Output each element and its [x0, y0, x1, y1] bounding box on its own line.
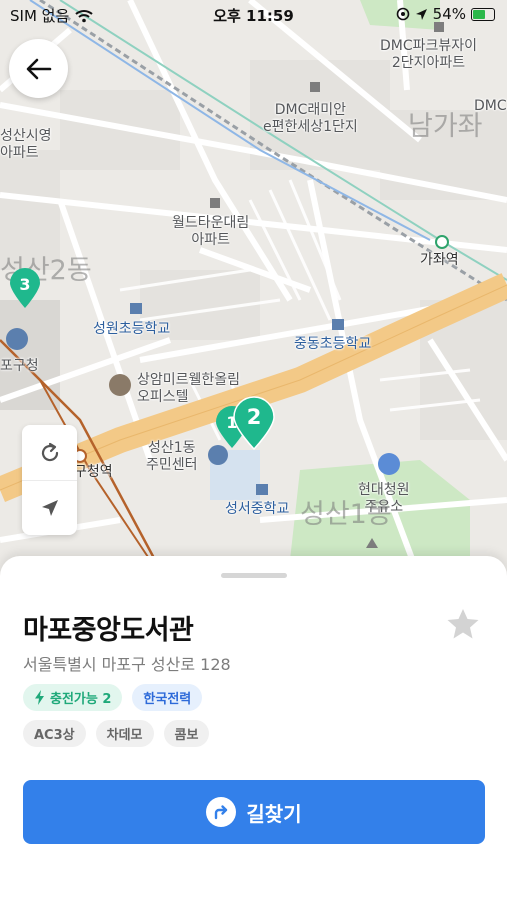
map-label-seongsan1-center: 성산1동 주민센터 — [146, 440, 198, 473]
map-label-worldtown: 월드타운대림 아파트 — [172, 215, 250, 248]
place-detail-sheet: 마포중앙도서관 서울특별시 마포구 성산로 128 충전가능 2 한국전력 AC… — [0, 556, 507, 900]
status-tags: 충전가능 2 한국전력 — [23, 684, 203, 711]
favorite-button[interactable] — [446, 608, 480, 644]
map-label-mapo-office: 포구청 — [0, 358, 39, 374]
my-location-button[interactable] — [22, 480, 77, 535]
screen-lock-icon — [396, 7, 409, 21]
map-label-gajwa-station: 가좌역 — [420, 252, 459, 268]
place-title: 마포중앙도서관 — [23, 615, 194, 646]
turn-right-icon — [206, 797, 237, 827]
status-bar: SIM 없음 오후 11:59 54% — [0, 0, 507, 30]
map-view[interactable]: DMC파크뷰자이 2단지아파트 DMC래미안 e편한세상1단지 DMC 남가좌 … — [0, 0, 507, 580]
charging-available-badge: 충전가능 2 — [23, 684, 123, 711]
route-button-label: 길찾기 — [246, 801, 302, 826]
map-label-seongsan-apt: 성산시영 아파트 — [0, 128, 52, 161]
connector-type-chip: 콤보 — [163, 720, 210, 747]
charger-marker-cluster[interactable]: 3 — [8, 267, 42, 309]
charger-marker-selected[interactable]: 2 — [232, 396, 276, 451]
map-label-sangam-officetel: 상암미르웰한올림 오피스텔 — [137, 372, 241, 405]
map-label-jungdong-school: 중동초등학교 — [294, 336, 372, 352]
map-controls — [22, 425, 77, 535]
map-label-guchung-station: 구청역 — [74, 464, 113, 480]
route-button[interactable]: 길찾기 — [23, 780, 485, 844]
connector-types: AC3상 차데모 콤보 — [23, 720, 210, 747]
map-label-seongwon-school: 성원초등학교 — [93, 321, 171, 337]
lightning-icon — [35, 690, 44, 705]
star-icon — [447, 609, 479, 639]
map-label-dmc-raemian: DMC래미안 e편한세상1단지 — [263, 102, 358, 135]
connector-type-chip: 차데모 — [95, 720, 154, 747]
connector-type-chip: AC3상 — [23, 720, 86, 747]
battery-percent: 54% — [432, 5, 466, 23]
map-label-dmc-parkview: DMC파크뷰자이 2단지아파트 — [380, 38, 478, 71]
map-label-seongseo-school: 성서중학교 — [225, 501, 290, 517]
map-label-namgajwa: 남가좌 — [408, 111, 483, 142]
operator-badge: 한국전력 — [132, 684, 203, 711]
location-services-icon — [415, 8, 427, 20]
map-label-seongsan1: 성산1동 — [300, 499, 392, 530]
refresh-icon — [41, 442, 58, 461]
battery-icon — [471, 7, 495, 21]
sheet-drag-handle[interactable] — [221, 573, 287, 578]
place-address: 서울특별시 마포구 성산로 128 — [23, 655, 231, 674]
arrow-left-icon — [26, 58, 51, 79]
refresh-button[interactable] — [22, 425, 77, 480]
back-button[interactable] — [9, 39, 68, 98]
location-arrow-icon — [41, 500, 58, 516]
